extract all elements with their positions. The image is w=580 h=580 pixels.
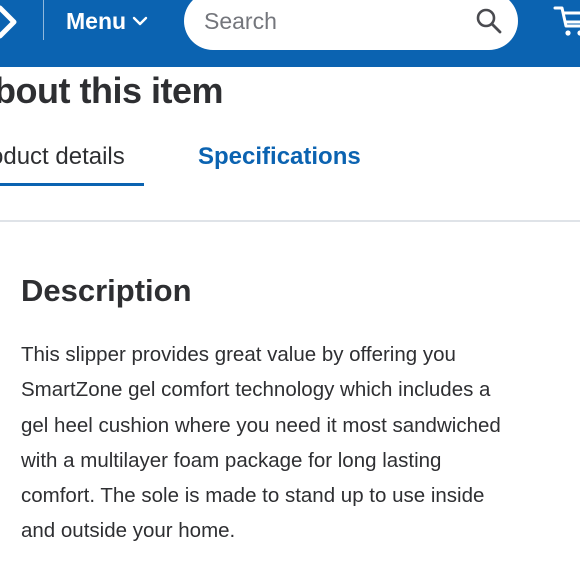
description-heading: Description	[21, 273, 192, 308]
section-divider	[0, 220, 580, 222]
search-box	[184, 0, 518, 50]
description-line: with a multilayer foam package for long …	[21, 448, 442, 472]
search-icon[interactable]	[475, 7, 503, 35]
active-tab-indicator	[0, 183, 144, 186]
search-input[interactable]	[204, 4, 454, 38]
tab-product-details[interactable]: oduct details	[0, 143, 125, 171]
header-divider	[43, 0, 44, 40]
description-line: comfort. The sole is made to stand up to…	[21, 484, 485, 508]
chevron-down-icon	[132, 16, 148, 26]
description-line: gel heel cushion where you need it most …	[21, 413, 501, 437]
menu-label: Menu	[66, 7, 127, 34]
menu-button[interactable]: Menu	[66, 4, 148, 38]
cart-icon[interactable]	[553, 2, 580, 38]
tab-specifications[interactable]: Specifications	[198, 143, 361, 171]
description-line: SmartZone gel comfort technology which i…	[21, 378, 491, 402]
description-line: and outside your home.	[21, 519, 236, 543]
site-header: Menu	[0, 0, 580, 67]
description-line: This slipper provides great value by off…	[21, 343, 456, 366]
description-text: This slipper provides great value by off…	[21, 337, 576, 549]
page-title: bout this item	[0, 70, 224, 111]
chevron-right-icon[interactable]	[0, 4, 20, 40]
page: Menu bout this item oduct details Specif…	[0, 0, 580, 580]
